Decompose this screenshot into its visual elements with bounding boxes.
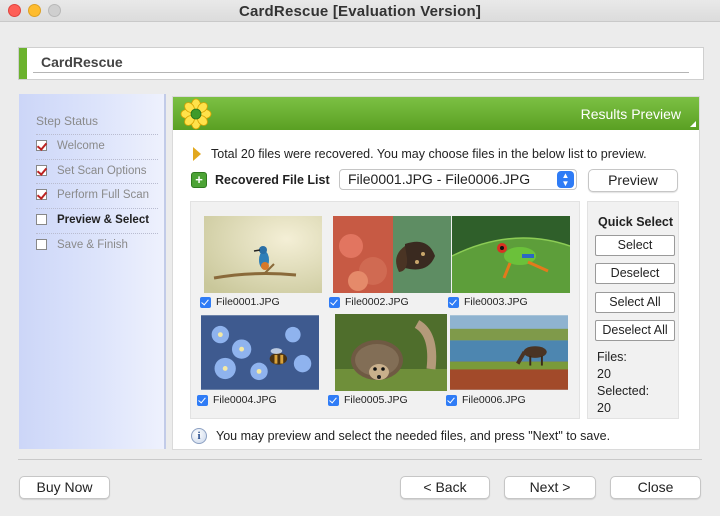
step-checked-icon (36, 165, 47, 176)
file-range-select[interactable]: File0001.JPG - File0006.JPG ▲ ▼ (339, 169, 577, 190)
hint-text: You may preview and select the needed fi… (216, 429, 611, 443)
window-titlebar: CardRescue [Evaluation Version] (0, 0, 720, 22)
files-count-label: Files: (597, 350, 627, 364)
footer-divider (18, 459, 702, 460)
file-thumbnail[interactable]: File0005.JPG (328, 314, 450, 406)
horse-grazing-photo (450, 315, 568, 390)
step-set-scan-options: Set Scan Options (36, 159, 158, 181)
file-name: File0005.JPG (344, 394, 408, 406)
step-unchecked-icon (36, 214, 47, 225)
file-checkbox[interactable] (446, 394, 457, 406)
file-thumbnail[interactable]: File0001.JPG (200, 216, 322, 308)
results-panel: Results Preview Total 20 files were reco… (172, 96, 700, 450)
info-icon: i (191, 428, 207, 444)
hint-line: i You may preview and select the needed … (191, 428, 610, 444)
results-preview-title: Results Preview (580, 106, 681, 122)
hedgehog-photo (335, 314, 447, 391)
window-title: CardRescue [Evaluation Version] (238, 3, 482, 20)
file-checkbox[interactable] (200, 296, 211, 308)
step-perform-full-scan: Perform Full Scan (36, 183, 158, 205)
quick-select-title: Quick Select (598, 215, 674, 229)
file-thumbnail[interactable]: File0002.JPG (329, 216, 451, 308)
step-label: Set Scan Options (57, 164, 147, 177)
deselect-button[interactable]: Deselect (595, 263, 675, 284)
thumbnail-grid: File0001.JPG File0002.JPG File0003.JPG F… (190, 201, 580, 419)
recovery-info: Total 20 files were recovered. You may c… (193, 147, 647, 161)
files-count-value: 20 (597, 367, 611, 381)
step-save-finish: Save & Finish (36, 233, 158, 255)
step-unchecked-icon (36, 239, 47, 250)
plus-icon: + (191, 172, 207, 188)
next-button[interactable]: Next > (504, 476, 596, 499)
select-button[interactable]: Select (595, 235, 675, 256)
close-button[interactable]: Close (610, 476, 701, 499)
step-preview-select: Preview & Select (36, 208, 158, 230)
file-thumbnail[interactable]: File0003.JPG (448, 216, 570, 308)
forget-me-not-bee-photo (201, 315, 319, 390)
file-checkbox[interactable] (329, 296, 340, 308)
recovery-info-text: Total 20 files were recovered. You may c… (211, 147, 647, 161)
file-thumbnail[interactable]: File0004.JPG (197, 314, 319, 406)
file-thumbnail[interactable]: File0006.JPG (446, 314, 568, 406)
file-name: File0004.JPG (213, 394, 277, 406)
file-name: File0006.JPG (462, 394, 526, 406)
file-name: File0002.JPG (345, 296, 409, 308)
recovered-file-list-label: Recovered File List (215, 173, 330, 187)
step-label: Perform Full Scan (57, 188, 150, 201)
results-header-bar: Results Preview (173, 97, 699, 130)
flower-logo-icon (180, 98, 212, 130)
arrow-right-icon (193, 147, 201, 161)
header-rule (33, 72, 689, 73)
app-header: CardRescue (18, 47, 704, 80)
file-checkbox[interactable] (328, 394, 339, 406)
file-name: File0003.JPG (464, 296, 528, 308)
step-label: Preview & Select (57, 213, 150, 226)
step-label: Save & Finish (57, 238, 128, 251)
selected-count-label: Selected: (597, 384, 650, 398)
file-name: File0001.JPG (216, 296, 280, 308)
file-checkbox[interactable] (448, 296, 459, 308)
recovered-file-list-row: + Recovered File List (191, 169, 330, 191)
app-name: CardRescue (41, 54, 123, 70)
file-range-value: File0001.JPG - File0006.JPG (348, 171, 531, 187)
select-stepper-icon: ▲ ▼ (557, 171, 574, 188)
step-checked-icon (36, 140, 47, 151)
step-label: Welcome (57, 139, 105, 152)
deselect-all-button[interactable]: Deselect All (595, 320, 675, 341)
select-all-button[interactable]: Select All (595, 292, 675, 313)
step-status-title: Step Status (36, 114, 99, 128)
quick-select-panel: Quick Select Select Deselect Select All … (587, 201, 679, 419)
butterfly-photo (333, 216, 451, 293)
step-welcome: Welcome (36, 134, 158, 156)
tree-frog-photo (452, 216, 570, 293)
kingfisher-photo (204, 216, 322, 293)
header-accent-bar (19, 48, 27, 79)
buy-now-button[interactable]: Buy Now (19, 476, 110, 499)
back-button[interactable]: < Back (400, 476, 490, 499)
preview-button[interactable]: Preview (588, 169, 678, 192)
resize-corner-icon (690, 121, 696, 127)
selected-count-value: 20 (597, 401, 611, 415)
step-status-sidebar: Step Status Welcome Set Scan Options Per… (19, 94, 166, 449)
step-checked-icon (36, 189, 47, 200)
file-checkbox[interactable] (197, 394, 208, 406)
